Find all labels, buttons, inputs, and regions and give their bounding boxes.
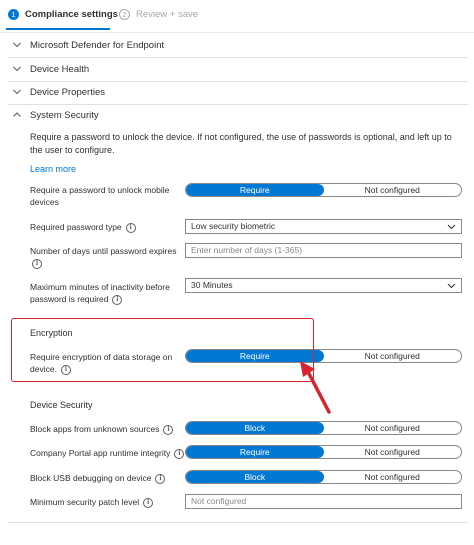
info-icon[interactable]: i: [32, 258, 42, 269]
patch-level-input-box[interactable]: [185, 494, 462, 509]
chevron-down-icon: [13, 42, 21, 48]
device-security-heading: Device Security: [30, 400, 93, 410]
toggle-option-block[interactable]: Block: [186, 471, 324, 483]
password-type-dropdown[interactable]: Low security biometric: [185, 219, 462, 234]
red-arrow-annotation: [300, 361, 331, 414]
section-label: Device Properties: [30, 86, 105, 98]
setting-label-text: Company Portal app runtime integrity: [30, 448, 171, 458]
chevron-down-icon: [447, 224, 456, 230]
password-type-label: Required password type i: [30, 221, 180, 233]
section-label: Device Health: [30, 63, 90, 75]
section-device-health[interactable]: Device Health: [8, 58, 468, 80]
section-label: Microsoft Defender for Endpoint: [30, 39, 165, 51]
setting-label-text: Require a password to unlock mobile devi…: [30, 185, 170, 207]
wizard-steps: 1 Compliance settings 2 Review + save: [0, 0, 474, 34]
setting-label-text: Block USB debugging on device: [30, 473, 152, 483]
toggle-option-block[interactable]: Block: [186, 422, 324, 434]
expiration-days-input-box[interactable]: [185, 243, 462, 258]
patch-level-label: Minimum security patch level i: [30, 496, 190, 508]
step-number-badge: 1: [8, 9, 19, 20]
setting-label-text: Number of days until password expires: [30, 246, 177, 256]
info-icon[interactable]: i: [143, 497, 154, 508]
usb-debugging-label: Block USB debugging on device i: [30, 472, 190, 484]
portal-integrity-toggle[interactable]: Require Not configured: [185, 445, 462, 459]
expiration-days-input[interactable]: [191, 245, 451, 255]
dropdown-value: 30 Minutes: [191, 280, 233, 290]
toggle-option-not-configured[interactable]: Not configured: [324, 471, 462, 483]
toggle-option-not-configured[interactable]: Not configured: [324, 422, 462, 434]
require-password-toggle[interactable]: Require Not configured: [185, 183, 462, 197]
encryption-highlight-box: [11, 318, 314, 382]
section-device-properties[interactable]: Device Properties: [8, 81, 468, 103]
active-step-indicator: [6, 28, 110, 30]
step-compliance-settings[interactable]: 1 Compliance settings: [8, 9, 118, 20]
dropdown-value: Low security biometric: [191, 221, 276, 231]
section-label: System Security: [30, 109, 99, 121]
require-password-label: Require a password to unlock mobile devi…: [30, 184, 180, 208]
setting-label-text: Maximum minutes of inactivity before pas…: [30, 282, 170, 304]
block-unknown-sources-label: Block apps from unknown sources i: [30, 423, 180, 435]
step-number-badge: 2: [119, 9, 130, 20]
block-unknown-sources-toggle[interactable]: Block Not configured: [185, 421, 462, 435]
section-system-security[interactable]: System Security: [8, 104, 468, 126]
divider: [8, 522, 468, 523]
info-icon[interactable]: i: [174, 448, 185, 459]
usb-debugging-toggle[interactable]: Block Not configured: [185, 470, 462, 484]
toggle-option-not-configured[interactable]: Not configured: [324, 184, 462, 196]
chevron-down-icon: [447, 283, 456, 289]
section-defender-for-endpoint[interactable]: Microsoft Defender for Endpoint: [8, 34, 468, 56]
toggle-option-require[interactable]: Require: [186, 446, 324, 458]
chevron-up-icon: [13, 112, 21, 117]
learn-more-link[interactable]: Learn more: [30, 164, 76, 174]
system-security-description: Require a password to unlock the device.…: [30, 132, 452, 155]
info-icon[interactable]: i: [155, 473, 166, 484]
setting-label-text: Block apps from unknown sources: [30, 424, 160, 434]
info-icon[interactable]: i: [112, 294, 123, 305]
inactivity-label: Maximum minutes of inactivity before pas…: [30, 281, 180, 305]
chevron-down-icon: [13, 89, 21, 95]
setting-label-text: Required password type: [30, 222, 122, 232]
step-label: Review + save: [136, 9, 199, 20]
chevron-down-icon: [13, 66, 21, 72]
portal-integrity-label: Company Portal app runtime integrity i: [30, 447, 190, 459]
step-label: Compliance settings: [25, 9, 118, 20]
expiration-label: Number of days until password expires i: [30, 245, 180, 269]
inactivity-dropdown[interactable]: 30 Minutes: [185, 278, 462, 293]
patch-level-input[interactable]: [191, 496, 451, 506]
info-icon[interactable]: i: [125, 222, 136, 233]
toggle-option-require[interactable]: Require: [186, 184, 324, 196]
step-review-save[interactable]: 2 Review + save: [119, 9, 198, 20]
info-icon[interactable]: i: [163, 424, 174, 435]
toggle-option-not-configured[interactable]: Not configured: [324, 446, 462, 458]
toggle-option-not-configured[interactable]: Not configured: [324, 350, 462, 362]
setting-label-text: Minimum security patch level: [30, 497, 140, 507]
divider: [0, 32, 474, 33]
